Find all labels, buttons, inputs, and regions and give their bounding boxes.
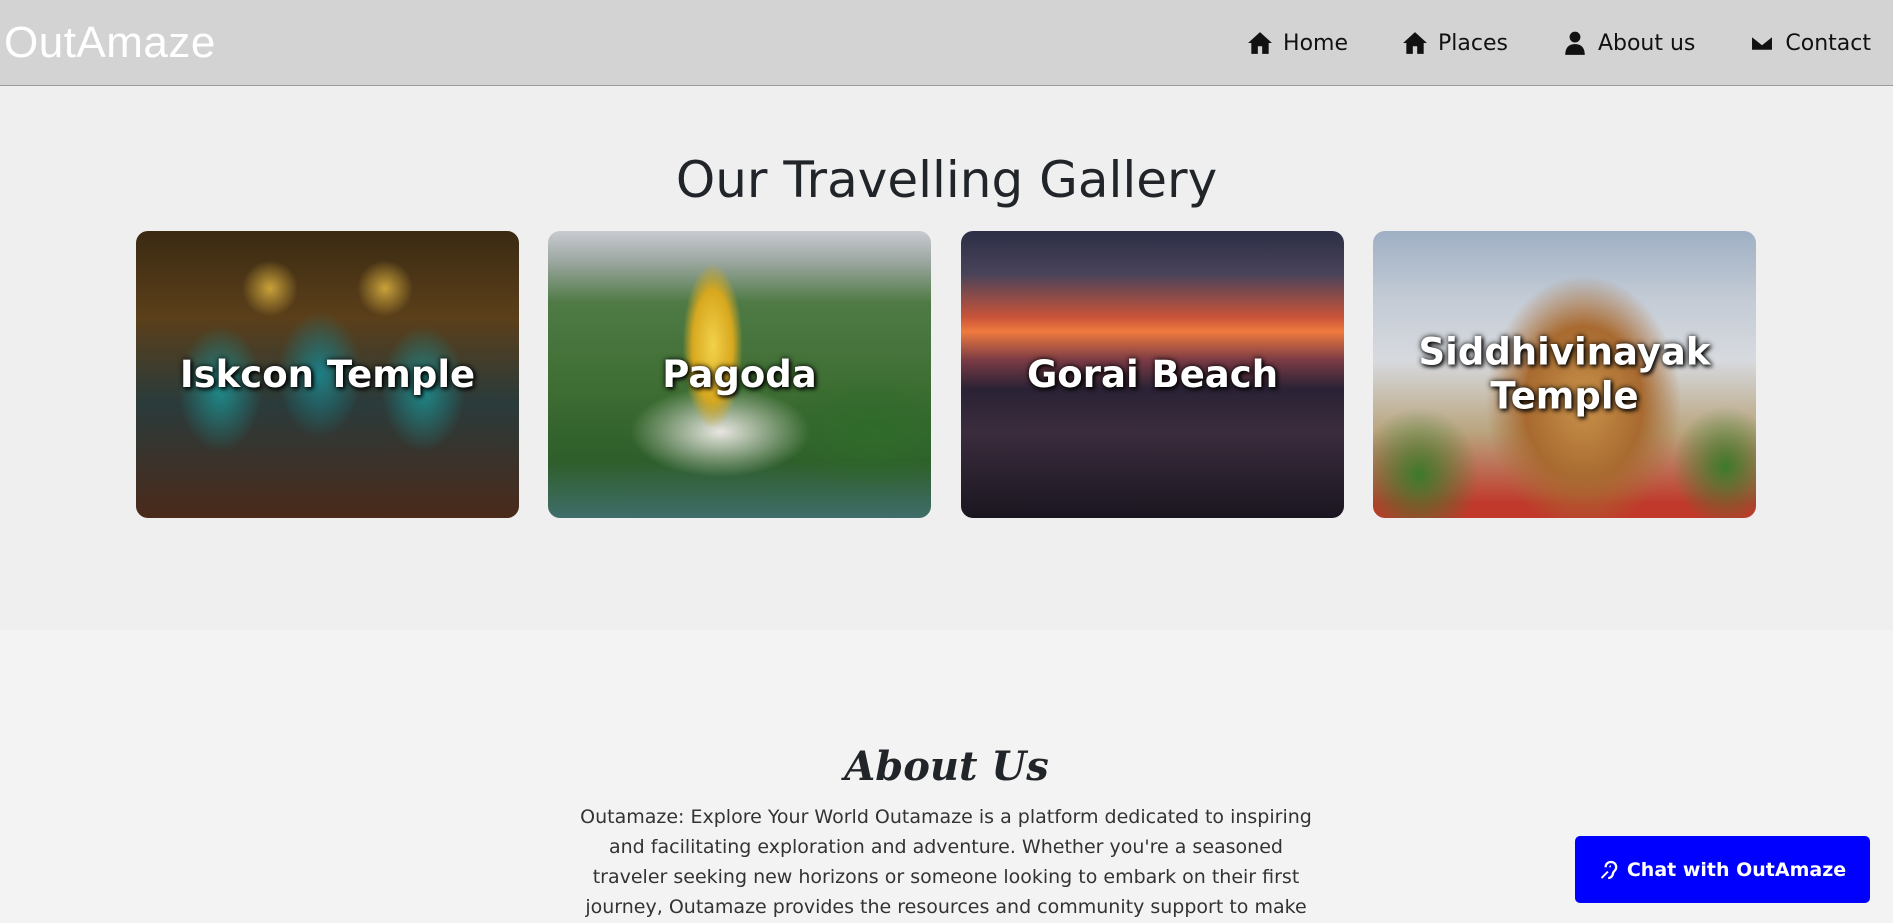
about-title: About Us (844, 743, 1049, 790)
chat-button-label: Chat with OutAmaze (1626, 858, 1847, 881)
home-icon (1402, 30, 1428, 56)
navbar: OutAmaze Home Places About us Contact (0, 0, 1893, 86)
nav-item-label: Home (1283, 30, 1348, 56)
card-label: Siddhivinayak Temple (1418, 330, 1711, 418)
nav-item-about[interactable]: About us (1562, 30, 1695, 56)
nav-item-label: About us (1597, 30, 1696, 56)
nav-item-label: Places (1438, 30, 1508, 56)
nav-item-places[interactable]: Places (1402, 30, 1508, 56)
nav-item-label: Contact (1785, 30, 1871, 56)
home-icon (1247, 30, 1273, 56)
gallery-card-siddhivinayak-temple[interactable]: Siddhivinayak Temple (1373, 231, 1756, 518)
gallery-section: Our Travelling Gallery Iskcon Temple Pag… (0, 87, 1893, 630)
gallery-title: Our Travelling Gallery (675, 151, 1218, 209)
brand-logo[interactable]: OutAmaze (4, 18, 216, 68)
card-label: Gorai Beach (1026, 352, 1279, 396)
about-text: Outamaze: Explore Your World Outamaze is… (580, 806, 1312, 918)
card-label: Pagoda (662, 352, 817, 396)
nav-item-home[interactable]: Home (1247, 30, 1348, 56)
gallery-card-pagoda[interactable]: Pagoda (548, 231, 931, 518)
chat-button[interactable]: Chat with OutAmaze (1575, 836, 1870, 903)
card-label: Iskcon Temple (179, 352, 476, 396)
nav-item-contact[interactable]: Contact (1749, 30, 1871, 56)
gallery-card-gorai-beach[interactable]: Gorai Beach (961, 231, 1344, 518)
user-icon (1562, 30, 1588, 56)
envelope-icon (1749, 30, 1775, 56)
gallery-card-iskcon-temple[interactable]: Iskcon Temple (136, 231, 519, 518)
nav-links: Home Places About us Contact (1247, 0, 1871, 86)
assistive-listening-icon (1599, 859, 1621, 881)
